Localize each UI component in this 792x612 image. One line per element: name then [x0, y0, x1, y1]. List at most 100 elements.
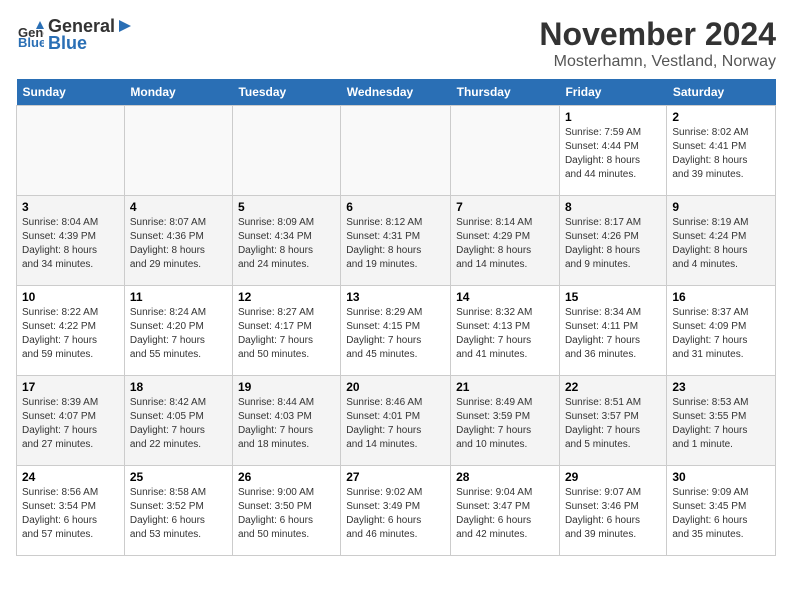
day-info: Sunrise: 8:14 AM Sunset: 4:29 PM Dayligh… — [456, 216, 554, 272]
day-info: Sunrise: 8:44 AM Sunset: 4:03 PM Dayligh… — [238, 396, 335, 452]
day-info: Sunrise: 8:42 AM Sunset: 4:05 PM Dayligh… — [130, 396, 227, 452]
calendar-cell: 3Sunrise: 8:04 AM Sunset: 4:39 PM Daylig… — [17, 196, 125, 286]
day-number: 27 — [346, 470, 445, 484]
calendar-cell: 9 Sunrise: 8:19 AM Sunset: 4:24 PM Daylig… — [667, 196, 776, 286]
column-header-saturday: Saturday — [667, 79, 776, 106]
day-number: 4 — [130, 200, 227, 214]
day-number: 20 — [346, 380, 445, 394]
calendar-cell: 11Sunrise: 8:24 AM Sunset: 4:20 PM Dayli… — [124, 286, 232, 376]
logo: General Blue General Blue — [16, 16, 131, 54]
calendar-cell: 12 Sunrise: 8:27 AM Sunset: 4:17 PM Dayli… — [232, 286, 340, 376]
day-info: Sunrise: 8:24 AM Sunset: 4:20 PM Dayligh… — [130, 306, 227, 362]
calendar-cell: 1 Sunrise: 7:59 AM Sunset: 4:44 PM Daylig… — [559, 106, 666, 196]
day-number: 12 — [238, 290, 335, 304]
calendar-cell: 6 Sunrise: 8:12 AM Sunset: 4:31 PM Daylig… — [341, 196, 451, 286]
day-info: Sunrise: 8:53 AM Sunset: 3:55 PM Dayligh… — [672, 396, 770, 452]
day-info: Sunrise: 7:59 AM Sunset: 4:44 PM Dayligh… — [565, 126, 661, 182]
day-number: 7 — [456, 200, 554, 214]
calendar-cell — [232, 106, 340, 196]
day-info: Sunrise: 9:00 AM Sunset: 3:50 PM Dayligh… — [238, 486, 335, 542]
day-info: Sunrise: 8:51 AM Sunset: 3:57 PM Dayligh… — [565, 396, 661, 452]
calendar-cell: 30 Sunrise: 9:09 AM Sunset: 3:45 PM Dayli… — [667, 466, 776, 556]
day-info: Sunrise: 9:07 AM Sunset: 3:46 PM Dayligh… — [565, 486, 661, 542]
calendar-cell — [17, 106, 125, 196]
day-number: 18 — [130, 380, 227, 394]
day-info: Sunrise: 8:34 AM Sunset: 4:11 PM Dayligh… — [565, 306, 661, 362]
calendar-cell: 14Sunrise: 8:32 AM Sunset: 4:13 PM Dayli… — [451, 286, 560, 376]
day-number: 21 — [456, 380, 554, 394]
calendar-cell: 24Sunrise: 8:56 AM Sunset: 3:54 PM Dayli… — [17, 466, 125, 556]
column-header-sunday: Sunday — [17, 79, 125, 106]
day-number: 8 — [565, 200, 661, 214]
calendar-cell: 13 Sunrise: 8:29 AM Sunset: 4:15 PM Dayli… — [341, 286, 451, 376]
day-number: 15 — [565, 290, 661, 304]
day-info: Sunrise: 9:04 AM Sunset: 3:47 PM Dayligh… — [456, 486, 554, 542]
day-number: 26 — [238, 470, 335, 484]
title-area: November 2024 Mosterhamn, Vestland, Norw… — [539, 16, 776, 71]
calendar-cell: 26 Sunrise: 9:00 AM Sunset: 3:50 PM Dayli… — [232, 466, 340, 556]
calendar-cell: 10 Sunrise: 8:22 AM Sunset: 4:22 PM Dayli… — [17, 286, 125, 376]
day-info: Sunrise: 8:58 AM Sunset: 3:52 PM Dayligh… — [130, 486, 227, 542]
calendar-week-row: 10 Sunrise: 8:22 AM Sunset: 4:22 PM Dayli… — [17, 286, 776, 376]
day-info: Sunrise: 8:39 AM Sunset: 4:07 PM Dayligh… — [22, 396, 119, 452]
day-number: 19 — [238, 380, 335, 394]
day-number: 24 — [22, 470, 119, 484]
header: General Blue General Blue November 2024 … — [16, 16, 776, 71]
calendar-cell — [451, 106, 560, 196]
day-number: 5 — [238, 200, 335, 214]
main-title: November 2024 — [539, 16, 776, 53]
calendar-week-row: 24Sunrise: 8:56 AM Sunset: 3:54 PM Dayli… — [17, 466, 776, 556]
calendar-cell: 22Sunrise: 8:51 AM Sunset: 3:57 PM Dayli… — [559, 376, 666, 466]
day-number: 10 — [22, 290, 119, 304]
calendar-table: SundayMondayTuesdayWednesdayThursdayFrid… — [16, 79, 776, 556]
day-number: 17 — [22, 380, 119, 394]
day-info: Sunrise: 8:09 AM Sunset: 4:34 PM Dayligh… — [238, 216, 335, 272]
day-info: Sunrise: 8:49 AM Sunset: 3:59 PM Dayligh… — [456, 396, 554, 452]
day-number: 23 — [672, 380, 770, 394]
day-info: Sunrise: 8:27 AM Sunset: 4:17 PM Dayligh… — [238, 306, 335, 362]
calendar-cell: 20 Sunrise: 8:46 AM Sunset: 4:01 PM Dayli… — [341, 376, 451, 466]
logo-arrow-icon — [115, 18, 131, 34]
calendar-cell — [341, 106, 451, 196]
calendar-cell: 28 Sunrise: 9:04 AM Sunset: 3:47 PM Dayli… — [451, 466, 560, 556]
day-number: 1 — [565, 110, 661, 124]
calendar-week-row: 17 Sunrise: 8:39 AM Sunset: 4:07 PM Dayli… — [17, 376, 776, 466]
column-header-friday: Friday — [559, 79, 666, 106]
calendar-cell: 7 Sunrise: 8:14 AM Sunset: 4:29 PM Daylig… — [451, 196, 560, 286]
day-number: 2 — [672, 110, 770, 124]
day-info: Sunrise: 8:19 AM Sunset: 4:24 PM Dayligh… — [672, 216, 770, 272]
day-number: 30 — [672, 470, 770, 484]
day-info: Sunrise: 8:22 AM Sunset: 4:22 PM Dayligh… — [22, 306, 119, 362]
day-info: Sunrise: 9:09 AM Sunset: 3:45 PM Dayligh… — [672, 486, 770, 542]
day-info: Sunrise: 8:07 AM Sunset: 4:36 PM Dayligh… — [130, 216, 227, 272]
column-header-monday: Monday — [124, 79, 232, 106]
calendar-week-row: 1 Sunrise: 7:59 AM Sunset: 4:44 PM Daylig… — [17, 106, 776, 196]
day-number: 28 — [456, 470, 554, 484]
day-info: Sunrise: 8:17 AM Sunset: 4:26 PM Dayligh… — [565, 216, 661, 272]
day-number: 14 — [456, 290, 554, 304]
calendar-cell: 17 Sunrise: 8:39 AM Sunset: 4:07 PM Dayli… — [17, 376, 125, 466]
day-number: 6 — [346, 200, 445, 214]
calendar-cell: 4 Sunrise: 8:07 AM Sunset: 4:36 PM Daylig… — [124, 196, 232, 286]
calendar-cell: 29 Sunrise: 9:07 AM Sunset: 3:46 PM Dayli… — [559, 466, 666, 556]
day-number: 16 — [672, 290, 770, 304]
day-number: 29 — [565, 470, 661, 484]
day-info: Sunrise: 8:37 AM Sunset: 4:09 PM Dayligh… — [672, 306, 770, 362]
calendar-cell: 16 Sunrise: 8:37 AM Sunset: 4:09 PM Dayli… — [667, 286, 776, 376]
subtitle: Mosterhamn, Vestland, Norway — [539, 53, 776, 71]
calendar-cell — [124, 106, 232, 196]
day-info: Sunrise: 8:29 AM Sunset: 4:15 PM Dayligh… — [346, 306, 445, 362]
day-number: 9 — [672, 200, 770, 214]
calendar-cell: 5 Sunrise: 8:09 AM Sunset: 4:34 PM Daylig… — [232, 196, 340, 286]
day-info: Sunrise: 8:12 AM Sunset: 4:31 PM Dayligh… — [346, 216, 445, 272]
svg-text:Blue: Blue — [18, 35, 44, 49]
calendar-cell: 18 Sunrise: 8:42 AM Sunset: 4:05 PM Dayli… — [124, 376, 232, 466]
calendar-header-row: SundayMondayTuesdayWednesdayThursdayFrid… — [17, 79, 776, 106]
column-header-tuesday: Tuesday — [232, 79, 340, 106]
day-number: 3 — [22, 200, 119, 214]
day-number: 13 — [346, 290, 445, 304]
calendar-cell: 8 Sunrise: 8:17 AM Sunset: 4:26 PM Daylig… — [559, 196, 666, 286]
logo-icon: General Blue — [16, 21, 44, 49]
day-info: Sunrise: 8:46 AM Sunset: 4:01 PM Dayligh… — [346, 396, 445, 452]
calendar-cell: 15 Sunrise: 8:34 AM Sunset: 4:11 PM Dayli… — [559, 286, 666, 376]
